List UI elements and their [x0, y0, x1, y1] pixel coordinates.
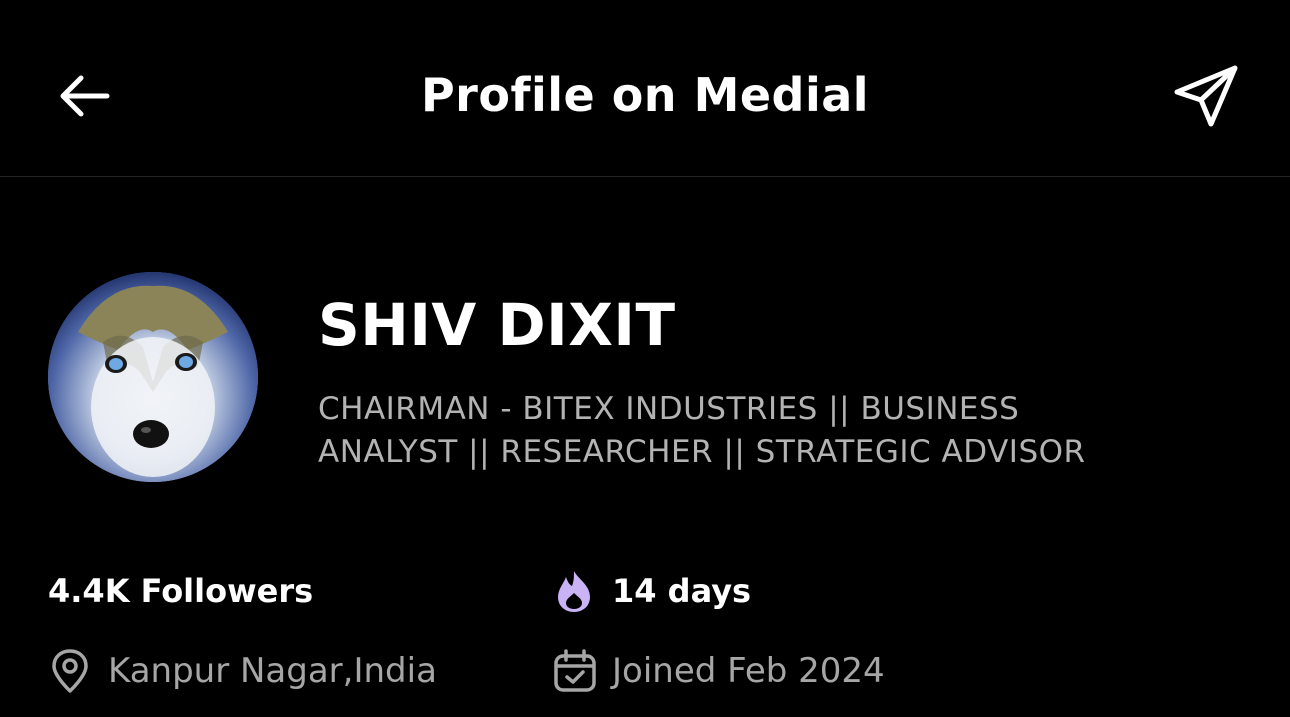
joined-label: Joined Feb 2024	[612, 651, 885, 691]
profile-bio: CHAIRMAN - BITEX INDUSTRIES || BUSINESS …	[318, 388, 1198, 474]
location-info: Kanpur Nagar,India	[48, 646, 437, 696]
location-label: Kanpur Nagar,India	[108, 651, 437, 691]
joined-info: Joined Feb 2024	[552, 646, 885, 696]
bio-line: CHAIRMAN - BITEX INDUSTRIES || BUSINESS	[318, 391, 1020, 427]
send-icon	[1174, 65, 1238, 127]
calendar-check-icon	[552, 648, 598, 694]
app-header: Profile on Medial	[0, 0, 1290, 177]
flame-icon	[556, 569, 592, 613]
page-title: Profile on Medial	[420, 68, 870, 122]
husky-avatar	[48, 272, 258, 482]
bio-line: ANALYST || RESEARCHER || STRATEGIC ADVIS…	[318, 434, 1086, 470]
profile-name: SHIV DIXIT	[318, 291, 676, 359]
share-button[interactable]	[1168, 60, 1244, 132]
streak-label: 14 days	[612, 572, 752, 610]
streak-stat: 14 days	[556, 568, 751, 614]
avatar[interactable]	[48, 272, 258, 482]
map-pin-icon	[48, 648, 92, 694]
followers-count[interactable]: 4.4K Followers	[48, 568, 313, 614]
